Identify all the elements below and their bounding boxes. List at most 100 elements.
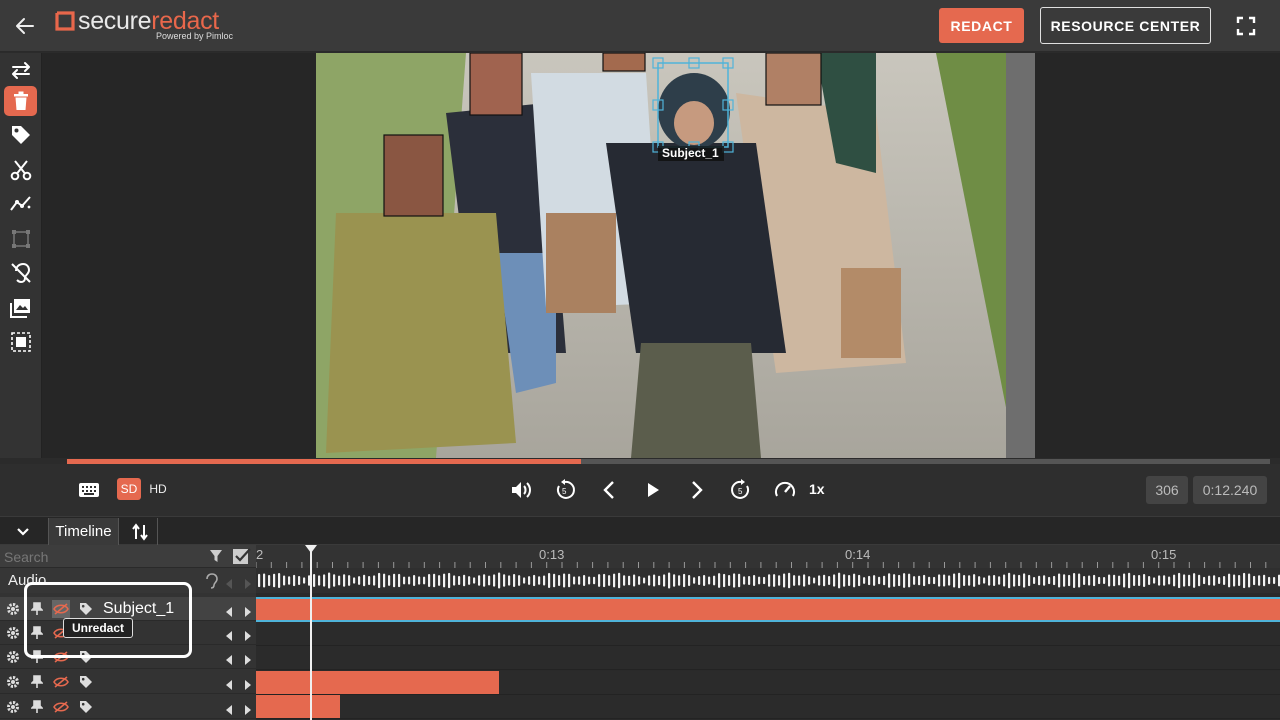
track-prev-icon[interactable] xyxy=(226,628,234,646)
unredact-eye-off-icon[interactable] xyxy=(52,600,70,618)
bounding-box-icon[interactable] xyxy=(4,224,37,254)
filter-icon[interactable] xyxy=(209,549,223,568)
previous-frame-icon[interactable] xyxy=(596,477,622,503)
waveform-bar xyxy=(478,575,481,586)
hd-quality-button[interactable]: HD xyxy=(146,478,170,500)
pin-icon[interactable] xyxy=(28,673,46,691)
next-frame-icon[interactable] xyxy=(684,477,710,503)
eye-off-icon[interactable] xyxy=(52,698,70,716)
gear-icon[interactable] xyxy=(4,698,22,716)
search-input[interactable] xyxy=(4,547,200,566)
swap-icon[interactable] xyxy=(4,55,37,85)
waveform-bar xyxy=(323,574,326,587)
timeline-tracks[interactable]: 2 0:13 0:14 0:15 xyxy=(256,545,1280,720)
pin-icon[interactable] xyxy=(28,624,46,642)
frame-number[interactable]: 306 xyxy=(1146,476,1188,504)
waveform-bar xyxy=(1028,574,1031,587)
select-all-checkbox-icon[interactable] xyxy=(232,547,251,570)
audio-track-row[interactable]: Audio xyxy=(0,568,256,593)
sd-quality-button[interactable]: SD xyxy=(117,478,141,500)
sort-icon[interactable] xyxy=(122,518,158,545)
lane-5[interactable] xyxy=(256,695,1280,719)
gear-icon[interactable] xyxy=(4,624,22,642)
keyboard-icon[interactable] xyxy=(76,477,102,503)
scissors-icon[interactable] xyxy=(4,155,37,185)
redact-button[interactable]: REDACT xyxy=(939,8,1024,43)
waveform-bar xyxy=(1073,573,1076,588)
waveform-bar xyxy=(433,573,436,588)
waveform-bar xyxy=(1098,576,1101,585)
play-icon[interactable] xyxy=(640,477,666,503)
waveform-bar xyxy=(588,576,591,585)
tag-icon[interactable] xyxy=(77,648,95,666)
video-frame[interactable]: Subject_1 xyxy=(316,53,1035,458)
waveform-bar xyxy=(1013,574,1016,587)
pin-icon[interactable] xyxy=(28,698,46,716)
track-row-4[interactable] xyxy=(0,670,256,694)
lane-3[interactable] xyxy=(256,646,1280,670)
gear-icon[interactable] xyxy=(4,648,22,666)
audio-prev-icon[interactable] xyxy=(226,576,234,594)
waveform-bar xyxy=(983,577,986,584)
gear-icon[interactable] xyxy=(4,600,22,618)
pin-icon[interactable] xyxy=(28,648,46,666)
lane-2[interactable] xyxy=(256,622,1280,646)
trash-icon[interactable] xyxy=(4,86,37,116)
waveform-bar xyxy=(628,575,631,586)
waveform-bar xyxy=(618,572,621,589)
waveform-bar xyxy=(738,573,741,588)
tag-icon[interactable] xyxy=(77,673,95,691)
lane-subject-1[interactable] xyxy=(256,597,1280,622)
volume-icon[interactable] xyxy=(508,477,534,503)
speed-icon[interactable] xyxy=(772,477,798,503)
track-next-icon[interactable] xyxy=(243,677,251,695)
tab-timeline[interactable]: Timeline xyxy=(48,518,119,545)
track-prev-icon[interactable] xyxy=(226,652,234,670)
track-prev-icon[interactable] xyxy=(226,702,234,720)
redaction-segment[interactable] xyxy=(256,671,499,694)
tick-label: 0:15 xyxy=(1151,547,1177,562)
track-next-icon[interactable] xyxy=(243,702,251,720)
hearing-icon[interactable] xyxy=(204,573,218,594)
fullscreen-icon[interactable] xyxy=(1232,12,1260,40)
chevron-down-icon[interactable] xyxy=(10,521,36,543)
tag-icon[interactable] xyxy=(4,120,37,150)
track-next-icon[interactable] xyxy=(243,604,251,622)
hearing-off-icon[interactable] xyxy=(4,258,37,288)
audio-next-icon[interactable] xyxy=(243,576,251,594)
waveform-bar xyxy=(723,573,726,588)
playback-speed[interactable]: 1x xyxy=(809,478,825,500)
waveform-bar xyxy=(673,574,676,587)
current-time[interactable]: 0:12.240 xyxy=(1193,476,1267,504)
tag-icon[interactable] xyxy=(77,698,95,716)
track-row-3[interactable] xyxy=(0,645,256,669)
pin-icon[interactable] xyxy=(28,600,46,618)
track-next-icon[interactable] xyxy=(243,652,251,670)
track-prev-icon[interactable] xyxy=(226,677,234,695)
resource-center-button[interactable]: RESOURCE CENTER xyxy=(1040,7,1211,44)
waveform-bar xyxy=(893,574,896,587)
waveform-bar xyxy=(913,576,916,585)
playhead-handle[interactable] xyxy=(305,545,317,553)
waveform-bar xyxy=(718,573,721,588)
gear-icon[interactable] xyxy=(4,673,22,691)
waveform-bar xyxy=(1183,574,1186,587)
track-next-icon[interactable] xyxy=(243,628,251,646)
track-row-5[interactable] xyxy=(0,695,256,719)
tag-icon[interactable] xyxy=(77,600,95,618)
redaction-segment[interactable] xyxy=(256,695,340,718)
eye-off-icon[interactable] xyxy=(52,673,70,691)
playhead[interactable] xyxy=(310,545,312,720)
waveform-bar xyxy=(633,574,636,587)
image-icon[interactable] xyxy=(4,293,37,323)
eye-off-icon[interactable] xyxy=(52,648,70,666)
rewind-5-icon[interactable]: 5 xyxy=(552,477,578,503)
select-area-icon[interactable] xyxy=(4,327,37,357)
time-ruler[interactable]: 2 0:13 0:14 0:15 xyxy=(256,545,1280,568)
forward-5-icon[interactable]: 5 xyxy=(728,477,754,503)
tracking-icon[interactable] xyxy=(4,189,37,219)
track-prev-icon[interactable] xyxy=(226,604,234,622)
back-arrow-icon[interactable] xyxy=(10,12,40,40)
waveform-bar xyxy=(408,576,411,585)
lane-4[interactable] xyxy=(256,671,1280,695)
